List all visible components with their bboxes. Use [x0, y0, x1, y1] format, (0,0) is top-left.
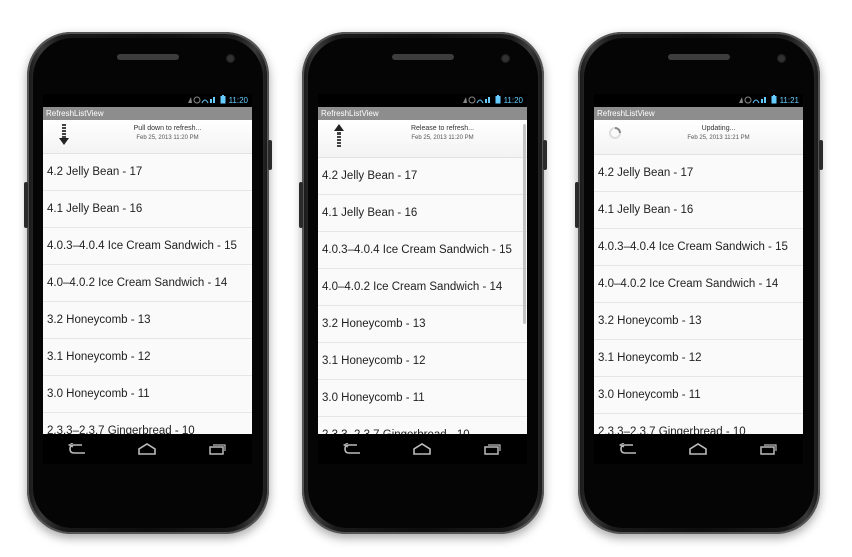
earpiece-speaker: [117, 54, 179, 60]
earpiece-speaker: [668, 54, 730, 60]
list-item[interactable]: 4.2 Jelly Bean - 17: [318, 158, 527, 195]
battery-icon: [771, 95, 777, 106]
refresh-list-view[interactable]: Pull down to refresh... Feb 25, 2013 11:…: [43, 120, 252, 434]
status-time: 11:21: [779, 96, 799, 105]
power-button: [268, 140, 272, 170]
list-item[interactable]: 4.0.3–4.0.4 Ice Cream Sandwich - 15: [594, 229, 803, 266]
scrollbar[interactable]: [523, 124, 526, 324]
volume-button: [575, 182, 579, 228]
status-bar: 11:21: [594, 94, 803, 107]
refresh-list-view[interactable]: Release to refresh... Feb 25, 2013 11:20…: [318, 120, 527, 434]
front-camera: [501, 54, 510, 63]
list-item[interactable]: 3.0 Honeycomb - 11: [318, 380, 527, 417]
signal-icon: [187, 96, 217, 106]
recent-apps-icon[interactable]: [756, 442, 780, 456]
list-item[interactable]: 3.1 Honeycomb - 12: [594, 340, 803, 377]
back-icon[interactable]: [66, 442, 90, 456]
earpiece-speaker: [392, 54, 454, 60]
list-item[interactable]: 3.2 Honeycomb - 13: [318, 306, 527, 343]
signal-icon: [462, 96, 492, 106]
list-item[interactable]: 3.2 Honeycomb - 13: [594, 303, 803, 340]
list-item[interactable]: 4.2 Jelly Bean - 17: [43, 154, 252, 191]
refresh-status-text: Release to refresh...: [410, 125, 475, 132]
refresh-status-text: Pull down to refresh...: [133, 125, 202, 132]
battery-icon: [220, 95, 226, 106]
list-item[interactable]: 4.0–4.0.2 Ice Cream Sandwich - 14: [43, 265, 252, 302]
status-time: 11:20: [503, 96, 523, 105]
status-time: 11:20: [228, 96, 248, 105]
list-item[interactable]: 4.0.3–4.0.4 Ice Cream Sandwich - 15: [318, 232, 527, 269]
list-item[interactable]: 4.1 Jelly Bean - 16: [594, 192, 803, 229]
list-item[interactable]: 4.1 Jelly Bean - 16: [43, 191, 252, 228]
screen: 11:21 RefreshListView Updating... Feb 25…: [594, 94, 803, 434]
battery-icon: [495, 95, 501, 106]
status-bar: 11:20: [318, 94, 527, 107]
navigation-bar: [318, 434, 527, 464]
app-title-bar: RefreshListView: [43, 107, 252, 120]
home-icon[interactable]: [686, 442, 710, 456]
list-item[interactable]: 2.3.3–2.3.7 Gingerbread - 10: [43, 413, 252, 434]
list-item[interactable]: 3.2 Honeycomb - 13: [43, 302, 252, 339]
front-camera: [777, 54, 786, 63]
screen: 11:20 RefreshListView Pull down to refre…: [43, 94, 252, 434]
arrow-up-icon: [332, 123, 346, 147]
list-item[interactable]: 3.1 Honeycomb - 12: [318, 343, 527, 380]
back-icon[interactable]: [617, 442, 641, 456]
power-button: [543, 140, 547, 170]
signal-icon: [738, 96, 768, 106]
front-camera: [226, 54, 235, 63]
list-item[interactable]: 4.1 Jelly Bean - 16: [318, 195, 527, 232]
last-updated-text: Feb 25, 2013 11:20 PM: [136, 135, 199, 141]
list-item[interactable]: 2.3.3–2.3.7 Gingerbread - 10: [594, 414, 803, 434]
phone-updating: 11:21 RefreshListView Updating... Feb 25…: [575, 32, 823, 534]
spinner-icon: [608, 126, 622, 150]
navigation-bar: [43, 434, 252, 464]
list-item[interactable]: 4.0.3–4.0.4 Ice Cream Sandwich - 15: [43, 228, 252, 265]
refresh-header: Updating... Feb 25, 2013 11:21 PM: [594, 120, 803, 155]
refresh-header: Pull down to refresh... Feb 25, 2013 11:…: [43, 120, 252, 154]
last-updated-text: Feb 25, 2013 11:21 PM: [687, 135, 750, 141]
refresh-list-view[interactable]: Updating... Feb 25, 2013 11:21 PM 4.2 Je…: [594, 120, 803, 434]
phone-pull-to-refresh: 11:20 RefreshListView Pull down to refre…: [24, 32, 272, 534]
volume-button: [24, 182, 28, 228]
power-button: [819, 140, 823, 170]
recent-apps-icon[interactable]: [480, 442, 504, 456]
list-item[interactable]: 3.0 Honeycomb - 11: [594, 377, 803, 414]
recent-apps-icon[interactable]: [205, 442, 229, 456]
refresh-status-text: Updating...: [701, 125, 736, 132]
navigation-bar: [594, 434, 803, 464]
list-item[interactable]: 4.2 Jelly Bean - 17: [594, 155, 803, 192]
app-title-bar: RefreshListView: [318, 107, 527, 120]
list-item[interactable]: 4.0–4.0.2 Ice Cream Sandwich - 14: [318, 269, 527, 306]
home-icon[interactable]: [410, 442, 434, 456]
list-item[interactable]: 4.0–4.0.2 Ice Cream Sandwich - 14: [594, 266, 803, 303]
list-item[interactable]: 3.1 Honeycomb - 12: [43, 339, 252, 376]
back-icon[interactable]: [341, 442, 365, 456]
list-item[interactable]: 2.3.3–2.3.7 Gingerbread - 10: [318, 417, 527, 434]
list-item[interactable]: 3.0 Honeycomb - 11: [43, 376, 252, 413]
app-title-bar: RefreshListView: [594, 107, 803, 120]
volume-button: [299, 182, 303, 228]
refresh-header: Release to refresh... Feb 25, 2013 11:20…: [318, 120, 527, 158]
screen: 11:20 RefreshListView Release to refresh…: [318, 94, 527, 434]
phone-release-to-refresh: 11:20 RefreshListView Release to refresh…: [299, 32, 547, 534]
arrow-down-icon: [57, 123, 71, 147]
status-bar: 11:20: [43, 94, 252, 107]
last-updated-text: Feb 25, 2013 11:20 PM: [411, 135, 474, 141]
home-icon[interactable]: [135, 442, 159, 456]
